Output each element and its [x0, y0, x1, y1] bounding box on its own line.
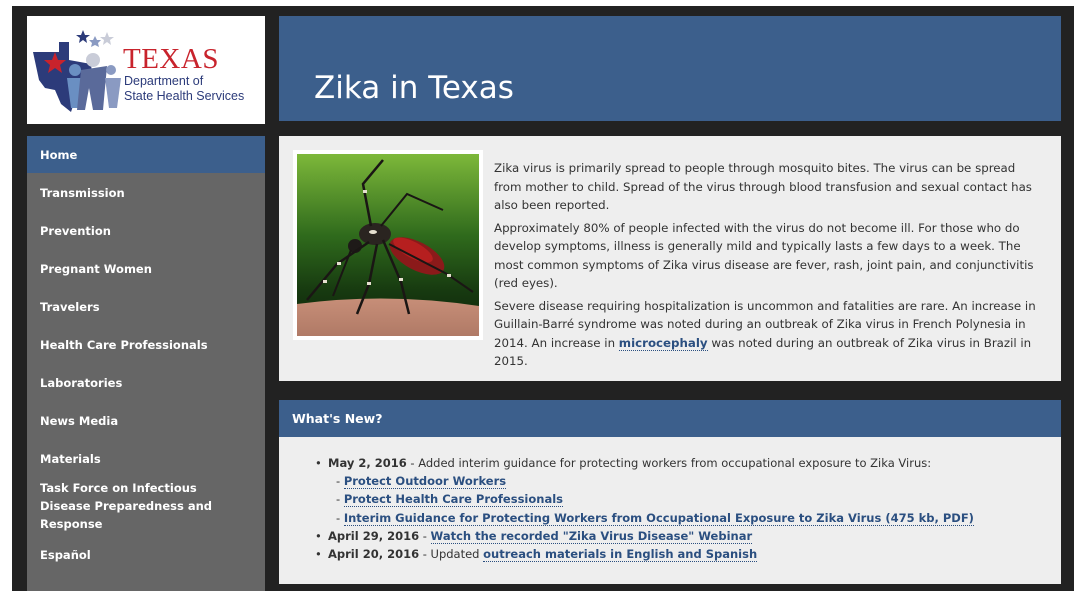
- bullet-icon: •: [315, 547, 322, 562]
- sidebar-item-home[interactable]: Home: [27, 136, 265, 173]
- texas-logo-icon: [33, 30, 121, 112]
- news-text: -: [419, 528, 431, 543]
- intro-paragraph-1: Zika virus is primarily spread to people…: [494, 161, 1032, 212]
- news-sub-item: - Protect Health Care Professionals: [336, 492, 563, 508]
- news-item: • April 29, 2016 - Watch the recorded "Z…: [315, 527, 1045, 545]
- sidebar-item-materials[interactable]: Materials: [27, 440, 265, 477]
- sidebar-item-health-care-professionals[interactable]: Health Care Professionals: [27, 326, 265, 363]
- sidebar-item-prevention[interactable]: Prevention: [27, 212, 265, 249]
- news-date: April 29, 2016: [328, 528, 420, 543]
- protect-health-care-professionals-link[interactable]: Protect Health Care Professionals: [343, 492, 563, 508]
- news-text: - Updated: [419, 547, 484, 562]
- microcephaly-link[interactable]: microcephaly: [618, 335, 708, 351]
- sidebar-item-pregnant-women[interactable]: Pregnant Women: [27, 250, 265, 287]
- mosquito-image: [293, 150, 483, 340]
- news-sub-item: - Protect Outdoor Workers: [336, 474, 507, 490]
- intro-paragraph-3: Severe disease requiring hospitalization…: [494, 297, 1044, 371]
- intro-panel: Zika virus is primarily spread to people…: [279, 136, 1061, 381]
- mosquito-icon: [297, 154, 479, 336]
- whats-new-title: What's New?: [279, 400, 1061, 437]
- news-item: • May 2, 2016 - Added interim guidance f…: [315, 454, 1045, 527]
- sidebar-item-travelers[interactable]: Travelers: [27, 288, 265, 325]
- bullet-icon: •: [315, 456, 322, 470]
- webinar-link[interactable]: Watch the recorded "Zika Virus Disease" …: [430, 528, 753, 544]
- logo-texas-text: TEXAS: [123, 43, 219, 75]
- news-item: • April 20, 2016 - Updated outreach mate…: [315, 545, 1045, 563]
- interim-guidance-pdf-link[interactable]: Interim Guidance for Protecting Workers …: [343, 510, 974, 526]
- news-text: - Added interim guidance for protecting …: [406, 456, 932, 470]
- sidebar-item-transmission[interactable]: Transmission: [27, 174, 265, 211]
- logo-shs-text: State Health Services: [124, 89, 245, 103]
- whats-new-panel: What's New? • May 2, 2016 - Added interi…: [279, 400, 1061, 584]
- sidebar-item-laboratories[interactable]: Laboratories: [27, 364, 265, 401]
- intro-text: Zika virus is primarily spread to people…: [494, 159, 1044, 375]
- outreach-materials-link[interactable]: outreach materials in English and Spanis…: [483, 547, 758, 563]
- bullet-icon: •: [315, 528, 322, 543]
- protect-outdoor-workers-link[interactable]: Protect Outdoor Workers: [343, 474, 507, 490]
- news-sub-item: - Interim Guidance for Protecting Worker…: [336, 510, 974, 526]
- page-header: Zika in Texas: [279, 16, 1061, 121]
- logo-dept-text: Department of: [124, 74, 204, 88]
- sidebar-item-espanol[interactable]: Español: [27, 536, 265, 573]
- dshs-logo[interactable]: TEXAS Department of State Health Service…: [27, 16, 265, 124]
- sidebar-item-task-force[interactable]: Task Force on Infectious Disease Prepare…: [27, 478, 265, 534]
- intro-paragraph-2: Approximately 80% of people infected wit…: [494, 220, 1034, 291]
- news-date: April 20, 2016: [328, 547, 420, 562]
- sidebar-nav: Home Transmission Prevention Pregnant Wo…: [27, 136, 265, 591]
- news-date: May 2, 2016: [328, 456, 407, 470]
- sidebar-item-news-media[interactable]: News Media: [27, 402, 265, 439]
- news-list: • May 2, 2016 - Added interim guidance f…: [315, 454, 1045, 563]
- page-title: Zika in Texas: [314, 70, 514, 106]
